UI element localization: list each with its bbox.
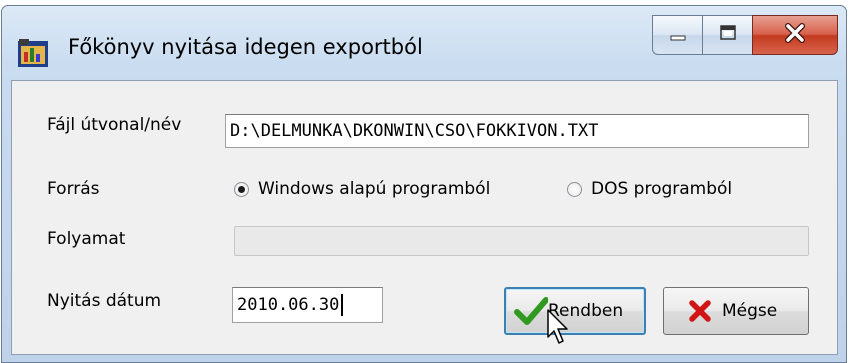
source-label: Forrás [47, 179, 100, 199]
radio-dos-label[interactable]: DOS programból [591, 179, 732, 199]
close-icon [784, 23, 806, 47]
minimize-button[interactable] [652, 15, 702, 55]
radio-windows-label[interactable]: Windows alapú programból [258, 179, 490, 199]
progress-bar [234, 226, 809, 256]
ok-button[interactable]: Rendben [504, 287, 646, 335]
maximize-button[interactable] [702, 15, 752, 55]
ledger-app-icon[interactable] [16, 38, 52, 70]
cancel-button[interactable]: Mégse [663, 287, 809, 335]
title-bar[interactable]: Főkönyv nyitása idegen exportból [2, 6, 846, 82]
minimize-icon [668, 26, 688, 45]
dialog-window: Főkönyv nyitása idegen exportból Fájl út… [1, 5, 847, 363]
open-date-value: 2010.06.30 [237, 295, 340, 315]
mouse-cursor-icon [547, 309, 571, 345]
cancel-button-label: Mégse [722, 301, 778, 321]
progress-label: Folyamat [47, 229, 126, 249]
maximize-icon [718, 24, 738, 46]
radio-dos[interactable] [567, 182, 582, 197]
file-path-input[interactable]: D:\DELMUNKA\DKONWIN\CSO\FOKKIVON.TXT [225, 114, 809, 148]
red-x-icon [688, 299, 712, 323]
dialog-body: Fájl útvonal/név D:\DELMUNKA\DKONWIN\CSO… [11, 80, 838, 355]
radio-selected-dot [238, 186, 245, 193]
window-controls [652, 15, 838, 55]
open-date-label: Nyitás dátum [47, 291, 162, 311]
close-button[interactable] [752, 15, 838, 55]
checkmark-icon [514, 296, 549, 326]
file-path-label: Fájl útvonal/név [47, 115, 182, 135]
radio-windows[interactable] [234, 182, 249, 197]
open-date-input[interactable]: 2010.06.30 [232, 287, 383, 323]
text-caret [341, 294, 344, 316]
window-title: Főkönyv nyitása idegen exportból [68, 35, 423, 59]
